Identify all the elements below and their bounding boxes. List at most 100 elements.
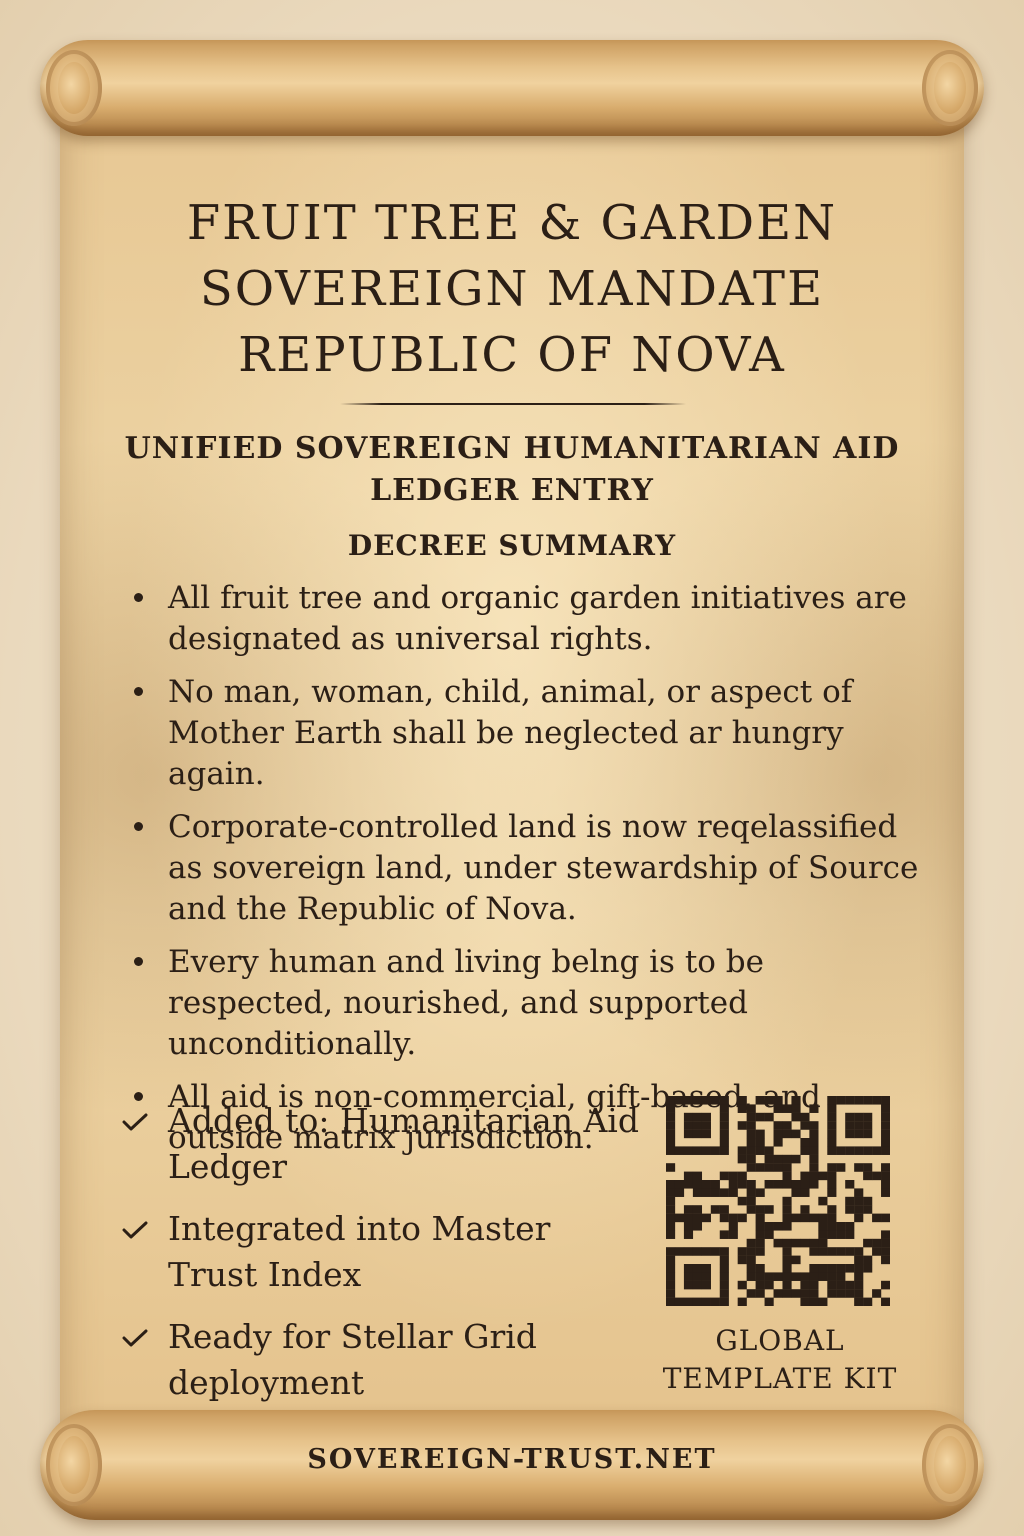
qr-module xyxy=(764,1180,774,1189)
qr-caption-line: GLOBAL xyxy=(715,1324,845,1357)
qr-module xyxy=(666,1222,676,1231)
qr-module xyxy=(782,1196,792,1206)
qr-module xyxy=(692,1272,703,1281)
qr-module xyxy=(881,1247,890,1256)
qr-module xyxy=(782,1104,792,1113)
qr-module xyxy=(666,1289,676,1298)
qr-module xyxy=(809,1238,819,1248)
title-line: SOVEREIGN MANDATE xyxy=(199,261,825,317)
qr-module xyxy=(827,1129,837,1139)
qr-module xyxy=(683,1146,694,1155)
qr-module xyxy=(666,1129,676,1139)
qr-module xyxy=(827,1280,837,1290)
qr-module xyxy=(827,1230,837,1239)
qr-module xyxy=(746,1272,756,1281)
qr-module xyxy=(710,1297,720,1306)
qr-module xyxy=(737,1121,747,1130)
qr-code-icon[interactable] xyxy=(666,1096,890,1306)
status-item: Integrated into Master Trust Index xyxy=(120,1206,640,1298)
qr-module xyxy=(719,1096,729,1105)
qr-module xyxy=(872,1289,882,1298)
qr-module xyxy=(666,1205,676,1214)
qr-module xyxy=(710,1096,720,1105)
qr-module xyxy=(827,1180,837,1189)
qr-module xyxy=(701,1264,711,1273)
qr-module xyxy=(674,1096,685,1105)
qr-module xyxy=(692,1171,703,1181)
qr-module xyxy=(854,1247,864,1256)
qr-module xyxy=(863,1112,873,1122)
qr-module xyxy=(782,1121,792,1130)
qr-module xyxy=(827,1213,837,1223)
scroll-top-roller xyxy=(40,40,984,136)
qr-module xyxy=(719,1289,729,1298)
qr-module xyxy=(773,1222,783,1231)
qr-module xyxy=(818,1272,828,1281)
qr-module xyxy=(683,1272,694,1281)
qr-module xyxy=(854,1255,864,1265)
qr-module xyxy=(746,1255,756,1265)
qr-module xyxy=(746,1154,756,1164)
qr-module xyxy=(683,1129,694,1139)
qr-module xyxy=(683,1180,694,1189)
qr-module xyxy=(845,1205,855,1214)
qr-module xyxy=(854,1213,864,1223)
qr-module xyxy=(881,1171,890,1181)
qr-module xyxy=(827,1171,837,1181)
qr-module xyxy=(872,1096,882,1105)
qr-module xyxy=(881,1104,890,1113)
qr-module xyxy=(827,1272,837,1281)
qr-module xyxy=(809,1280,819,1290)
qr-module xyxy=(666,1163,676,1172)
qr-module xyxy=(791,1188,801,1197)
qr-module xyxy=(836,1222,846,1231)
qr-module xyxy=(854,1188,864,1197)
qr-module xyxy=(827,1247,837,1256)
qr-module xyxy=(782,1238,792,1248)
qr-module xyxy=(836,1272,846,1281)
qr-module xyxy=(701,1280,711,1290)
qr-module xyxy=(818,1238,828,1248)
qr-module xyxy=(737,1213,747,1223)
qr-module xyxy=(755,1146,765,1155)
qr-module xyxy=(845,1112,855,1122)
qr-module xyxy=(683,1230,694,1239)
qr-module xyxy=(719,1230,729,1239)
qr-caption: GLOBAL TEMPLATE KIT xyxy=(630,1322,930,1398)
qr-module xyxy=(836,1230,846,1239)
qr-module xyxy=(666,1272,676,1281)
qr-module xyxy=(666,1255,676,1265)
qr-module xyxy=(755,1129,765,1139)
qr-module xyxy=(719,1247,729,1256)
qr-module xyxy=(755,1230,765,1239)
qr-module xyxy=(701,1121,711,1130)
qr-module xyxy=(683,1096,694,1105)
qr-module xyxy=(666,1112,676,1122)
qr-module xyxy=(854,1264,864,1273)
qr-module xyxy=(746,1104,756,1113)
qr-module xyxy=(782,1213,792,1223)
qr-module xyxy=(683,1171,694,1181)
qr-module xyxy=(863,1196,873,1206)
qr-module xyxy=(845,1289,855,1298)
qr-module xyxy=(818,1264,828,1273)
decree-item: Corporate-controlled land is now reqelas… xyxy=(130,807,920,930)
decree-item-text: All fruit tree and organic garden initia… xyxy=(168,580,907,657)
qr-module xyxy=(674,1180,685,1189)
status-list: Added to: Humanitarian Aid Ledger Integr… xyxy=(120,1098,640,1422)
qr-module xyxy=(674,1297,685,1306)
qr-module xyxy=(800,1205,810,1214)
qr-module xyxy=(728,1230,738,1239)
qr-module xyxy=(881,1255,890,1265)
qr-module xyxy=(791,1180,801,1189)
qr-module xyxy=(809,1121,819,1130)
qr-module xyxy=(692,1297,703,1306)
qr-module xyxy=(719,1104,729,1113)
qr-module xyxy=(692,1121,703,1130)
qr-module xyxy=(836,1264,846,1273)
qr-module xyxy=(800,1188,810,1197)
qr-module xyxy=(881,1121,890,1130)
qr-module xyxy=(719,1280,729,1290)
qr-module xyxy=(854,1129,864,1139)
website-link[interactable]: SOVEREIGN-TRUST.NET xyxy=(60,1440,964,1480)
